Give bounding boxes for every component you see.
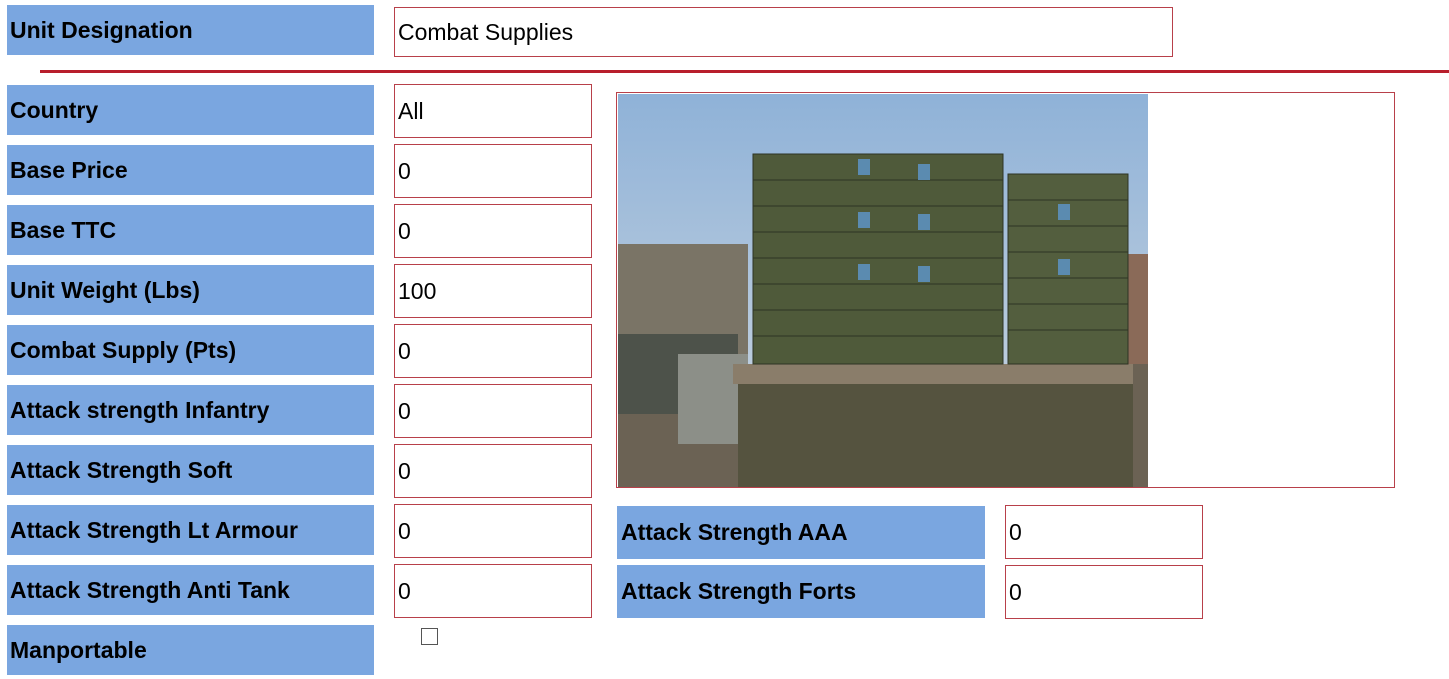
combat-supply-input[interactable]: 0 <box>394 324 592 378</box>
attack-aaa-label: Attack Strength AAA <box>617 506 985 559</box>
combat-supply-label: Combat Supply (Pts) <box>7 325 374 375</box>
base-price-input[interactable]: 0 <box>394 144 592 198</box>
attack-infantry-input[interactable]: 0 <box>394 384 592 438</box>
unit-image-frame <box>616 92 1395 488</box>
attack-anti-tank-input[interactable]: 0 <box>394 564 592 618</box>
attack-aaa-input[interactable]: 0 <box>1005 505 1203 559</box>
attack-soft-input[interactable]: 0 <box>394 444 592 498</box>
base-ttc-input[interactable]: 0 <box>394 204 592 258</box>
attack-infantry-label: Attack strength Infantry <box>7 385 374 435</box>
manportable-label: Manportable <box>7 625 374 675</box>
attack-anti-tank-label: Attack Strength Anti Tank <box>7 565 374 615</box>
attack-soft-label: Attack Strength Soft <box>7 445 374 495</box>
attack-forts-input[interactable]: 0 <box>1005 565 1203 619</box>
unit-designation-input[interactable]: Combat Supplies <box>394 7 1173 57</box>
base-ttc-label: Base TTC <box>7 205 374 255</box>
unit-photo <box>618 94 1148 487</box>
unit-designation-label: Unit Designation <box>7 5 374 55</box>
attack-lt-armour-input[interactable]: 0 <box>394 504 592 558</box>
base-price-label: Base Price <box>7 145 374 195</box>
unit-weight-label: Unit Weight (Lbs) <box>7 265 374 315</box>
country-input[interactable]: All <box>394 84 592 138</box>
attack-forts-label: Attack Strength Forts <box>617 565 985 618</box>
country-label: Country <box>7 85 374 135</box>
unit-weight-input[interactable]: 100 <box>394 264 592 318</box>
manportable-checkbox[interactable] <box>421 628 438 645</box>
attack-lt-armour-label: Attack Strength Lt Armour <box>7 505 374 555</box>
section-divider <box>40 70 1449 73</box>
